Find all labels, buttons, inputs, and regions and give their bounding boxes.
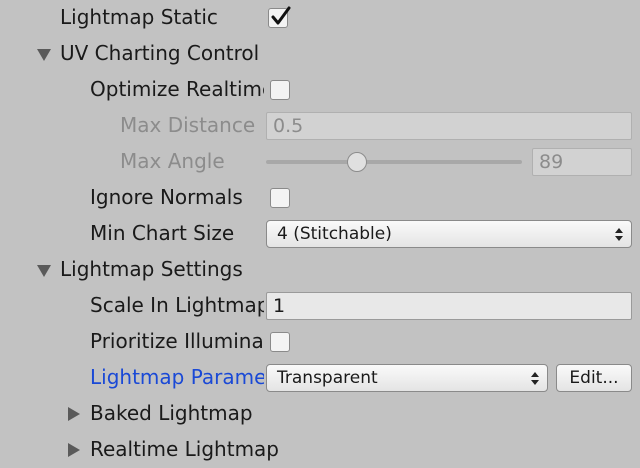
lightmap-static-label: Lightmap Static [60, 5, 218, 29]
prioritize-illumination-label: Prioritize Illumination [90, 329, 264, 353]
lightmap-settings-title: Lightmap Settings [60, 257, 243, 281]
optimize-realtime-row: Optimize Realtime UVs [0, 72, 640, 108]
optimize-realtime-checkbox[interactable] [270, 80, 290, 100]
lightmap-parameters-row: Lightmap Parameters Transparent Edit... [0, 360, 640, 396]
baked-lightmap-label: Baked Lightmap [90, 401, 253, 425]
edit-parameters-button[interactable]: Edit... [556, 364, 632, 392]
scale-in-lightmap-row: Scale In Lightmap 1 [0, 288, 640, 324]
ignore-normals-row: Ignore Normals [0, 180, 640, 216]
max-angle-slider-thumb[interactable] [347, 152, 368, 172]
optimize-realtime-label: Optimize Realtime UVs [90, 77, 264, 101]
max-distance-field[interactable]: 0.5 [266, 112, 632, 140]
lightmap-parameters-link[interactable]: Lightmap Parameters [90, 363, 264, 391]
max-distance-label: Max Distance [120, 113, 256, 137]
foldout-open-icon[interactable] [37, 265, 51, 277]
lightmap-static-checkbox[interactable] [268, 6, 291, 28]
max-angle-label: Max Angle [120, 149, 225, 173]
uv-charting-title: UV Charting Control [60, 41, 260, 65]
foldout-open-icon[interactable] [37, 49, 51, 61]
dropdown-arrows-icon [531, 372, 539, 385]
lightmap-parameters-value: Transparent [277, 368, 378, 388]
foldout-closed-icon[interactable] [68, 407, 80, 421]
scale-in-lightmap-field[interactable]: 1 [266, 292, 632, 320]
ignore-normals-checkbox[interactable] [270, 188, 290, 208]
uv-charting-header[interactable]: UV Charting Control [0, 36, 640, 72]
realtime-lightmap-label: Realtime Lightmap [90, 437, 280, 461]
checkmark-icon [271, 6, 291, 25]
baked-lightmap-header[interactable]: Baked Lightmap [0, 396, 640, 432]
max-distance-row: Max Distance 0.5 [0, 108, 640, 144]
min-chart-size-dropdown[interactable]: 4 (Stitchable) [266, 220, 632, 248]
ignore-normals-label: Ignore Normals [90, 185, 243, 209]
max-angle-field[interactable]: 89 [532, 148, 632, 176]
prioritize-illumination-checkbox[interactable] [270, 332, 290, 352]
realtime-lightmap-header[interactable]: Realtime Lightmap [0, 432, 640, 468]
min-chart-size-row: Min Chart Size 4 (Stitchable) [0, 216, 640, 252]
min-chart-size-label: Min Chart Size [90, 221, 235, 245]
lightmap-settings-header[interactable]: Lightmap Settings [0, 252, 640, 288]
lightmap-parameters-dropdown[interactable]: Transparent [266, 364, 548, 392]
max-angle-row: Max Angle 89 [0, 144, 640, 180]
scale-in-lightmap-label: Scale In Lightmap [90, 293, 264, 317]
lightmap-static-row: Lightmap Static [0, 0, 640, 36]
dropdown-arrows-icon [615, 228, 623, 241]
foldout-closed-icon[interactable] [68, 443, 80, 457]
prioritize-illumination-row: Prioritize Illumination [0, 324, 640, 360]
min-chart-size-value: 4 (Stitchable) [277, 224, 392, 244]
max-angle-slider-track[interactable] [266, 160, 522, 164]
